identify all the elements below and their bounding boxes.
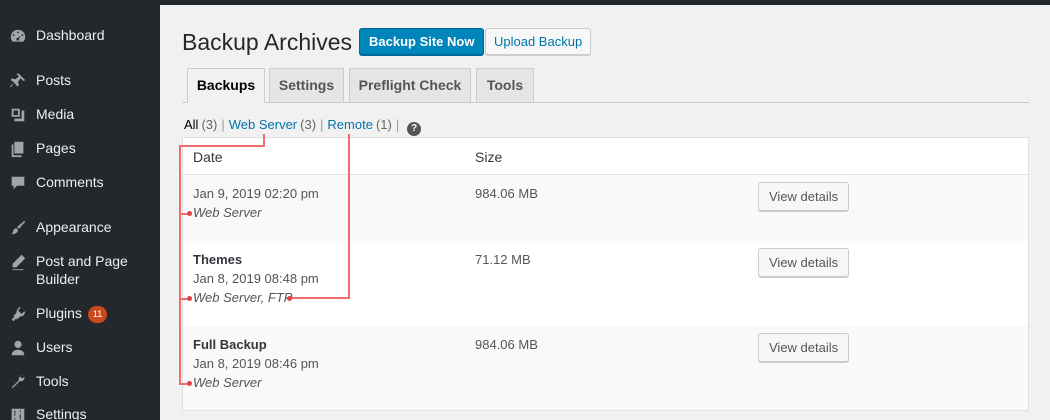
table-row: Jan 9, 2019 02:20 pm Web Server 984.06 M… [183, 175, 1028, 241]
view-details-button[interactable]: View details [758, 182, 850, 211]
sidebar-item-appearance[interactable]: Appearance [0, 218, 160, 238]
filter-all-count: (3) [201, 117, 218, 132]
sidebar-item-label: Pages [36, 140, 76, 156]
tab-backups[interactable]: Backups [187, 68, 265, 103]
page-title: Backup Archives [182, 29, 353, 55]
sidebar-item-label-line2: Builder [36, 271, 80, 287]
backup-site-now-button[interactable]: Backup Site Now [359, 28, 485, 55]
sidebar-item-posts[interactable]: Posts [0, 71, 160, 91]
sidebar-item-label: Appearance [36, 219, 112, 235]
annotation-line [348, 134, 350, 298]
column-date: Date [193, 149, 223, 165]
sidebar-item-label: Plugins [36, 305, 82, 321]
main-content: Backup Archives Backup Site Now Upload B… [160, 0, 1050, 420]
tab-settings[interactable]: Settings [269, 68, 344, 103]
plugin-icon [8, 304, 28, 324]
backup-title: Themes [193, 252, 243, 267]
backup-size: 984.06 MB [475, 337, 538, 352]
media-icon [8, 105, 28, 125]
sidebar-item-label: Media [36, 106, 75, 122]
sidebar-item-comments[interactable]: Comments [0, 173, 160, 193]
backup-location: Web Server [193, 205, 262, 220]
sidebar-item-label: Dashboard [36, 27, 105, 43]
sidebar-item-label: Posts [36, 72, 72, 88]
column-size: Size [475, 149, 503, 165]
tab-tools[interactable]: Tools [476, 68, 534, 103]
help-icon[interactable]: ? [407, 122, 422, 136]
filter-web-server-count: (3) [300, 117, 317, 132]
sidebar-item-dashboard[interactable]: Dashboard [0, 26, 160, 46]
backup-date: Jan 8, 2019 08:48 pm [193, 271, 319, 286]
sidebar-item-settings[interactable]: Settings [0, 405, 160, 420]
filter-web-server[interactable]: Web Server [229, 117, 297, 132]
backup-location: Web Server [193, 375, 262, 390]
backup-date: Jan 9, 2019 02:20 pm [193, 186, 319, 201]
backup-date: Jan 8, 2019 08:46 pm [193, 356, 319, 371]
sidebar-item-label: Post and Page [36, 253, 128, 269]
backup-date-cell: Jan 9, 2019 02:20 pm Web Server [193, 184, 319, 222]
sidebar-item-post-page-builder[interactable]: Post and Page Builder [0, 252, 160, 290]
annotation-line [179, 145, 265, 147]
sidebar-item-label: Settings [36, 406, 87, 420]
sidebar-item-media[interactable]: Media [0, 105, 160, 125]
tab-preflight-check[interactable]: Preflight Check [349, 68, 471, 103]
backup-filters: All (3) | Web Server (3) | Remote (1) |? [184, 117, 422, 136]
brush-icon [8, 218, 28, 238]
annotation-line [179, 145, 181, 385]
backup-size: 984.06 MB [475, 186, 538, 201]
dashboard-icon [8, 26, 28, 46]
annotation-dot [187, 381, 192, 386]
sidebar-item-tools[interactable]: Tools [0, 372, 160, 392]
pin-icon [8, 71, 28, 91]
filter-separator: | [320, 117, 324, 132]
sidebar-item-label: Tools [36, 373, 69, 389]
filter-all[interactable]: All [184, 117, 198, 132]
annotation-dot [187, 296, 192, 301]
backup-date-cell: Full Backup Jan 8, 2019 08:46 pm Web Ser… [193, 335, 319, 392]
sidebar-item-users[interactable]: Users [0, 338, 160, 358]
user-icon [8, 338, 28, 358]
sidebar-item-plugins[interactable]: Plugins 11 [0, 304, 160, 324]
filter-separator: | [221, 117, 225, 132]
backup-size: 71.12 MB [475, 252, 531, 267]
wrench-icon [8, 372, 28, 392]
backup-title: Full Backup [193, 337, 267, 352]
annotation-dot [287, 296, 292, 301]
sidebar-item-label: Users [36, 339, 73, 355]
sidebar-item-label: Comments [36, 174, 104, 190]
annotation-line [290, 297, 350, 299]
comment-icon [8, 173, 28, 193]
annotation-dot [187, 211, 192, 216]
table-header: Date Size [183, 138, 1028, 175]
sidebar-item-pages[interactable]: Pages [0, 139, 160, 159]
settings-icon [8, 405, 28, 420]
view-details-button[interactable]: View details [758, 248, 850, 277]
admin-sidebar: Dashboard Posts Media Pages Comments App… [0, 0, 160, 420]
table-row: Themes Jan 8, 2019 08:48 pm Web Server, … [183, 241, 1028, 326]
table-row: Full Backup Jan 8, 2019 08:46 pm Web Ser… [183, 326, 1028, 410]
filter-remote[interactable]: Remote [327, 117, 373, 132]
pencil-icon [8, 252, 28, 272]
filter-remote-count: (1) [375, 117, 392, 132]
backups-table: Date Size Jan 9, 2019 02:20 pm Web Serve… [182, 137, 1029, 411]
pages-icon [8, 139, 28, 159]
filter-separator: | [395, 117, 400, 132]
update-count-badge: 11 [87, 306, 108, 323]
view-details-button[interactable]: View details [758, 333, 850, 362]
upload-backup-button[interactable]: Upload Backup [485, 28, 592, 55]
